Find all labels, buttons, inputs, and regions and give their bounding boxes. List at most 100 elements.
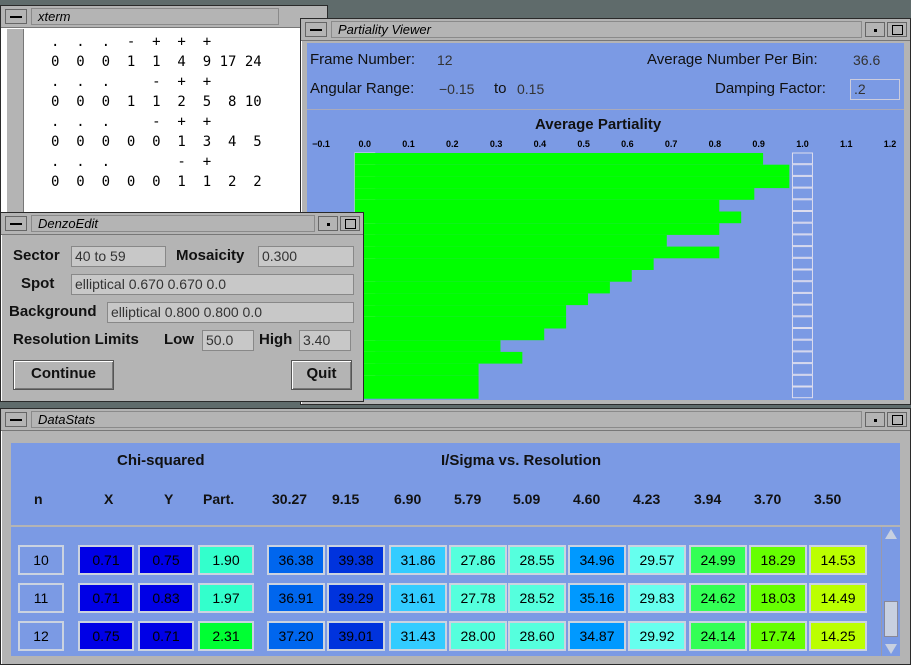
partiality-bar xyxy=(354,316,567,329)
maximize-icon[interactable] xyxy=(887,22,907,37)
minimize-icon[interactable] xyxy=(318,216,338,231)
chi-y-cell: 0.83 xyxy=(138,583,194,613)
resolution-header: 3.94 xyxy=(694,491,722,507)
window-menu-icon[interactable] xyxy=(5,9,27,24)
isigma-cell: 29.57 xyxy=(628,545,686,575)
isigma-cell: 37.20 xyxy=(267,621,325,651)
resolution-header: 5.79 xyxy=(454,491,482,507)
sector-label: Sector xyxy=(13,247,60,264)
resolution-header: 3.50 xyxy=(814,491,842,507)
tick-label: 0.6 xyxy=(621,139,634,149)
full-marker xyxy=(791,199,813,212)
chi-part-cell: 1.97 xyxy=(198,583,254,613)
isigma-label: I/Sigma vs. Resolution xyxy=(441,452,602,469)
damping-factor-input[interactable]: .2 xyxy=(850,79,900,100)
isigma-cell: 29.83 xyxy=(628,583,686,613)
isigma-cell: 24.14 xyxy=(689,621,747,651)
partiality-bar xyxy=(354,234,667,247)
full-marker xyxy=(791,363,813,375)
resolution-limits-label: Resolution Limits xyxy=(13,331,139,348)
chi-x-cell: 0.71 xyxy=(78,583,134,613)
xterm-line: . . . - + + + xyxy=(51,34,212,50)
isigma-cell: 28.52 xyxy=(508,583,566,613)
full-marker xyxy=(791,374,813,387)
partiality-titlebar[interactable]: Partiality Viewer xyxy=(301,19,910,41)
isigma-cell: 14.53 xyxy=(809,545,867,575)
partiality-panel: Frame Number: 12 Average Number Per Bin:… xyxy=(307,43,904,400)
isigma-cell: 29.92 xyxy=(628,621,686,651)
partiality-bar xyxy=(354,387,479,399)
partiality-bar xyxy=(354,340,501,352)
tick-label: 0.5 xyxy=(577,139,590,149)
scroll-thumb[interactable] xyxy=(884,601,898,637)
partiality-bar xyxy=(354,328,545,341)
minimize-icon[interactable] xyxy=(865,412,885,427)
partiality-bar xyxy=(354,223,720,235)
sector-input[interactable]: 40 to 59 xyxy=(71,246,166,267)
avg-per-bin-label: Average Number Per Bin: xyxy=(647,51,818,68)
isigma-cell: 39.01 xyxy=(327,621,385,651)
isigma-cell: 34.96 xyxy=(568,545,626,575)
window-menu-icon[interactable] xyxy=(5,216,27,231)
full-marker xyxy=(791,316,813,329)
datastats-titlebar[interactable]: DataStats xyxy=(1,409,910,431)
full-marker xyxy=(791,292,813,305)
resolution-header: 9.15 xyxy=(332,491,360,507)
partiality-bar xyxy=(354,293,588,306)
full-marker xyxy=(791,187,813,200)
row-number[interactable]: 10 xyxy=(18,545,64,575)
minimize-icon[interactable] xyxy=(865,22,885,37)
tick-label: 0.3 xyxy=(490,139,503,149)
window-title: DenzoEdit xyxy=(31,215,315,232)
partiality-bar xyxy=(354,188,755,200)
xterm-scrollbar[interactable] xyxy=(7,29,24,234)
xterm-titlebar[interactable]: xterm xyxy=(1,6,327,28)
quit-button[interactable]: Quit xyxy=(291,360,352,390)
partiality-bar xyxy=(354,153,764,165)
low-input[interactable]: 50.0 xyxy=(202,330,254,351)
partiality-bar xyxy=(354,281,610,294)
xterm-window: xterm . . . - + + + 0 0 0 1 1 4 9 17 24 … xyxy=(0,5,328,235)
datastats-scrollbar[interactable] xyxy=(881,527,900,656)
frame-number-value: 12 xyxy=(437,52,453,68)
spot-input[interactable]: elliptical 0.670 0.670 0.0 xyxy=(71,274,354,295)
tick-label: 0.9 xyxy=(752,139,765,149)
full-marker xyxy=(791,164,813,176)
xterm-line: 0 0 0 0 0 1 1 2 2 xyxy=(51,174,262,190)
full-marker xyxy=(791,246,813,258)
window-menu-icon[interactable] xyxy=(305,22,327,37)
partiality-bar xyxy=(354,258,654,270)
full-marker xyxy=(791,339,813,352)
partiality-bar xyxy=(354,375,479,387)
full-marker xyxy=(791,152,813,165)
partiality-chart: −0.1 0.0 0.1 0.2 0.3 0.4 0.5 0.6 0.7 0.8 0.9 1.0 1.1… xyxy=(312,139,896,399)
tick-label: 1.1 xyxy=(840,139,853,149)
isigma-cell: 31.61 xyxy=(389,583,447,613)
xterm-line: 0 0 0 1 1 2 5 8 10 xyxy=(51,94,262,110)
isigma-cell: 14.25 xyxy=(809,621,867,651)
scroll-down-icon[interactable] xyxy=(885,644,897,654)
chart-divider xyxy=(307,109,904,110)
window-title: xterm xyxy=(31,8,279,25)
row-number[interactable]: 11 xyxy=(18,583,64,613)
row-number[interactable]: 12 xyxy=(18,621,64,651)
chi-squared-label: Chi-squared xyxy=(117,452,205,469)
window-title: DataStats xyxy=(31,411,862,428)
background-input[interactable]: elliptical 0.800 0.800 0.0 xyxy=(107,302,354,323)
isigma-cell: 27.78 xyxy=(449,583,507,613)
spot-label: Spot xyxy=(21,275,55,292)
maximize-icon[interactable] xyxy=(340,216,360,231)
tick-label: 0.1 xyxy=(402,139,415,149)
mosaicity-input[interactable]: 0.300 xyxy=(258,246,354,267)
full-marker xyxy=(791,328,813,340)
denzoedit-titlebar[interactable]: DenzoEdit xyxy=(1,213,363,235)
maximize-icon[interactable] xyxy=(887,412,907,427)
high-input[interactable]: 3.40 xyxy=(299,330,351,351)
continue-button[interactable]: Continue xyxy=(13,360,114,390)
window-menu-icon[interactable] xyxy=(5,412,27,427)
scroll-up-icon[interactable] xyxy=(885,529,897,539)
xterm-line: 0 0 0 0 0 1 3 4 5 xyxy=(51,134,262,150)
angular-range-label: Angular Range: xyxy=(310,80,415,97)
avg-per-bin-value: 36.6 xyxy=(853,52,881,68)
full-marker xyxy=(791,386,813,399)
